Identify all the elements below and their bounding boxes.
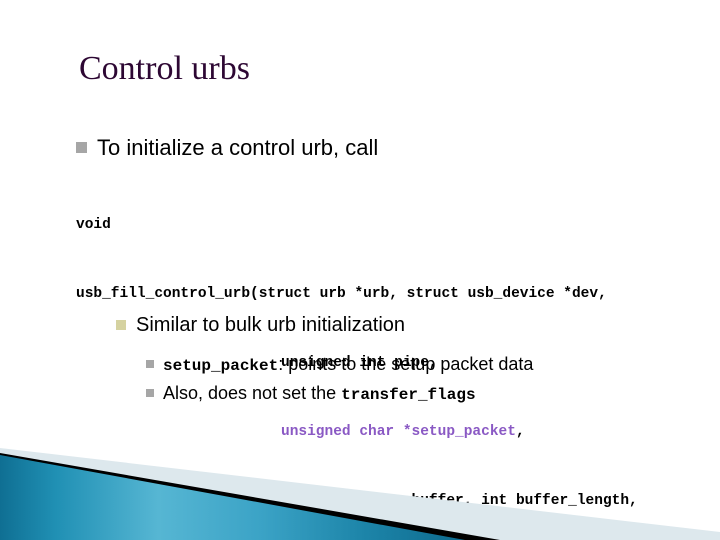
bullet-level3-setup-packet: setup_packet: points to the setup packet… (146, 352, 533, 378)
bullet-level3-label: Also, does not set the transfer_flags (163, 381, 476, 407)
square-bullet-icon (116, 320, 126, 330)
square-bullet-icon (146, 389, 154, 397)
code-line-5: void *transfer_buffer, int buffer_length… (281, 493, 638, 509)
code-line-2: usb_fill_control_urb(struct urb *urb, st… (76, 286, 607, 302)
bullet-level3-text: : points to the setup packet data (278, 354, 534, 374)
square-bullet-icon (76, 142, 87, 153)
inline-code-transfer-flags: transfer_flags (341, 386, 476, 404)
code-line-4: unsigned char *setup_packet, (76, 421, 696, 444)
bullet-level2-label: Similar to bulk urb initialization (136, 314, 406, 336)
inline-code-setup-packet: setup_packet (163, 357, 279, 375)
bullet-level2: Similar to bulk urb initialization (116, 312, 405, 338)
bullet-level3-transfer-flags: Also, does not set the transfer_flags (146, 381, 476, 407)
code-line-1: void (76, 217, 111, 233)
bullet-level1-label: To initialize a control urb, call (97, 135, 379, 160)
slide-canvas: Control urbs To initialize a control urb… (0, 0, 720, 540)
code-line-4-highlight: unsigned char *setup_packet (281, 424, 516, 440)
code-line-4-tail: , (515, 424, 525, 440)
bullet-level1: To initialize a control urb, call (76, 134, 378, 162)
bullet-level3-label: setup_packet: points to the setup packet… (163, 352, 533, 378)
square-bullet-icon (146, 360, 154, 368)
bullet-level3-text: Also, does not set the (163, 383, 342, 403)
slide-body: To initialize a control urb, call void u… (0, 0, 720, 509)
